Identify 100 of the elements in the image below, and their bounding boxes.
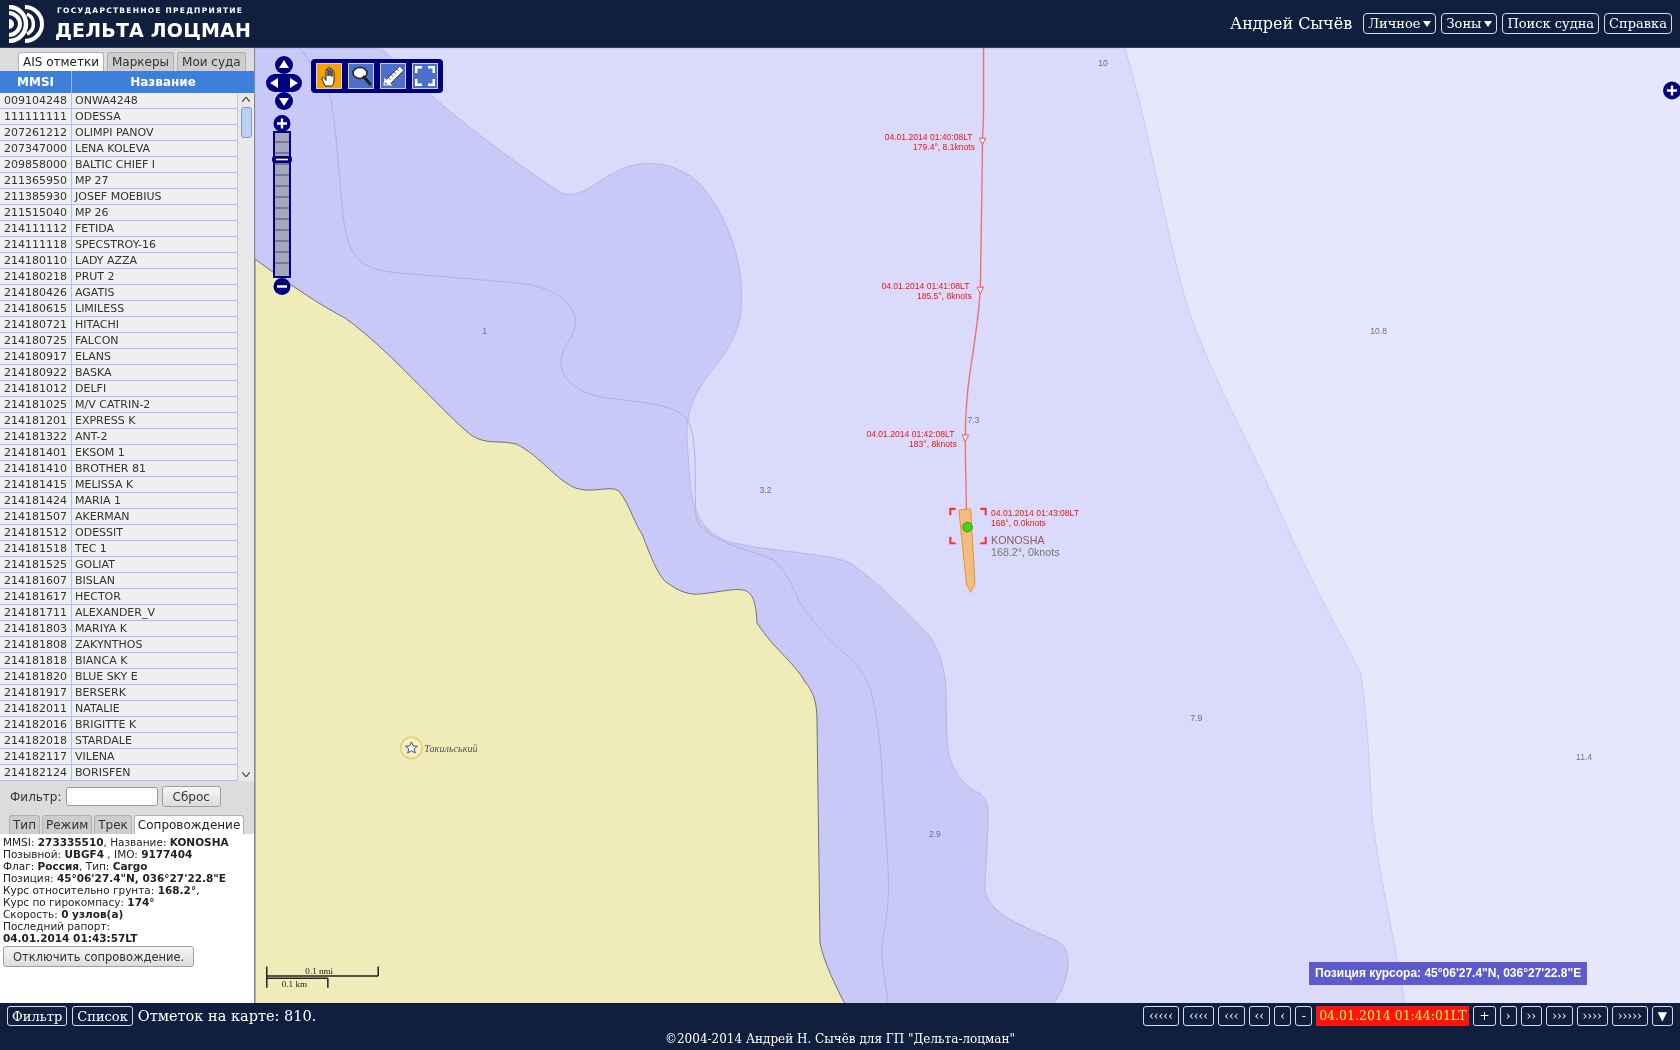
vessel-row[interactable]: 214181711 ALEXANDER_V bbox=[0, 605, 237, 621]
time-step-button[interactable]: ‹‹‹‹‹ bbox=[1142, 1006, 1179, 1026]
vessel-row[interactable]: 209858000 BALTIC CHIEF I bbox=[0, 157, 237, 173]
mmsi-cell: 214181025 bbox=[0, 397, 72, 412]
vessel-row[interactable]: 214181525 GOLIAT bbox=[0, 557, 237, 573]
stop-tracking-button[interactable]: Отключить сопровождение. bbox=[3, 946, 195, 967]
vessel-row[interactable]: 214181415 MELISSA K bbox=[0, 477, 237, 493]
filter-field[interactable] bbox=[65, 787, 158, 806]
vessel-info-line: Курс относительно грунта: 168.2°, bbox=[3, 884, 200, 896]
vessel-row[interactable]: 214180922 BASKA bbox=[0, 365, 237, 381]
time-step-button[interactable]: ‹‹‹ bbox=[1218, 1006, 1245, 1026]
full-extent-button[interactable] bbox=[412, 63, 438, 89]
plus-icon[interactable] bbox=[1662, 81, 1680, 100]
vessel-row[interactable]: 211515040 MP 26 bbox=[0, 205, 237, 221]
vessel-row[interactable]: 214181424 MARIA 1 bbox=[0, 493, 237, 509]
vessel-row[interactable]: 214181607 BISLAN bbox=[0, 573, 237, 589]
mmsi-cell: 214111112 bbox=[0, 221, 72, 236]
column-header[interactable]: Название bbox=[72, 71, 254, 93]
dropdown-menu-button[interactable]: Личное bbox=[1363, 13, 1437, 34]
zoom-box-tool-button[interactable] bbox=[348, 63, 374, 89]
vessel-row[interactable]: 214182016 BRIGITTE K bbox=[0, 717, 237, 733]
vessel-row[interactable]: 214180110 LADY AZZA bbox=[0, 253, 237, 269]
vessel-row[interactable]: 214181025 M/V CATRIN-2 bbox=[0, 397, 237, 413]
pan-tool-button[interactable] bbox=[316, 63, 342, 89]
column-header[interactable]: MMSI bbox=[0, 71, 72, 93]
track-point-label: 04.01.2014 01:42:08LT 183°, 8knots bbox=[866, 429, 957, 449]
time-step-button[interactable]: ›››› bbox=[1576, 1006, 1608, 1026]
vessel-row[interactable]: 214181512 ODESSIT bbox=[0, 525, 237, 541]
scroll-down-icon[interactable] bbox=[242, 772, 250, 777]
measure-tool-button[interactable] bbox=[380, 63, 406, 89]
time-step-button[interactable]: ›› bbox=[1520, 1006, 1543, 1026]
scrollbar-track[interactable] bbox=[237, 93, 254, 781]
zoom-out-button[interactable] bbox=[273, 278, 291, 295]
info-tab[interactable]: Режим bbox=[42, 815, 93, 834]
vessel-row[interactable]: 009104248 ONWA4248 bbox=[0, 93, 237, 109]
status-bar-button[interactable]: Список bbox=[72, 1006, 133, 1026]
vessel-row[interactable]: 214182018 STARDALE bbox=[0, 733, 237, 749]
panel-tab[interactable]: Маркеры bbox=[107, 52, 175, 71]
time-step-button[interactable]: ‹ bbox=[1274, 1006, 1292, 1026]
time-step-button[interactable]: ▼ bbox=[1651, 1006, 1673, 1026]
vessel-row[interactable]: 214180721 HITACHI bbox=[0, 317, 237, 333]
status-bar-button[interactable]: Фильтр bbox=[7, 1006, 68, 1026]
vessel-row[interactable]: 214180917 ELANS bbox=[0, 349, 237, 365]
header-button[interactable]: Поиск судна bbox=[1502, 13, 1600, 34]
pan-up-icon[interactable] bbox=[279, 60, 289, 68]
vessel-row[interactable]: 214181917 BERSERK bbox=[0, 685, 237, 701]
reset-button[interactable]: Сброс bbox=[161, 786, 221, 807]
time-step-button[interactable]: ‹‹ bbox=[1248, 1006, 1271, 1026]
vessel-row[interactable]: 211365950 MP 27 bbox=[0, 173, 237, 189]
vessel-row[interactable]: 214181201 EXPRESS K bbox=[0, 413, 237, 429]
time-step-button[interactable]: › bbox=[1499, 1006, 1517, 1026]
vessel-row[interactable]: 214181803 MARIYA K bbox=[0, 621, 237, 637]
vessel-row[interactable]: 214181012 DELFI bbox=[0, 381, 237, 397]
time-step-button[interactable]: ‹‹‹‹ bbox=[1182, 1006, 1215, 1026]
pan-right-icon[interactable] bbox=[290, 78, 298, 88]
info-tab[interactable]: Сопровождение bbox=[133, 815, 245, 834]
vessel-row[interactable]: 214181507 AKERMAN bbox=[0, 509, 237, 525]
vessel-row[interactable]: 214182117 VILENA bbox=[0, 749, 237, 765]
vessel-row[interactable]: 214181820 BLUE SKY E bbox=[0, 669, 237, 685]
triangle-marker-icon bbox=[961, 434, 970, 442]
vessel-row[interactable]: 214181401 EKSOM 1 bbox=[0, 445, 237, 461]
info-tab[interactable]: Трек bbox=[94, 815, 132, 834]
vessel-row[interactable]: 214181808 ZAKYNTHOS bbox=[0, 637, 237, 653]
depth-label: 7.9 bbox=[1190, 713, 1203, 724]
zoom-in-button[interactable] bbox=[273, 115, 291, 132]
vessel-row[interactable]: 111111111 ODESSA bbox=[0, 109, 237, 125]
zoom-slider-thumb[interactable] bbox=[272, 156, 292, 163]
vessel-row[interactable]: 214180725 FALCON bbox=[0, 333, 237, 349]
time-step-button[interactable]: - bbox=[1295, 1006, 1313, 1026]
vessel-row[interactable]: 214181322 ANT-2 bbox=[0, 429, 237, 445]
vessel-row[interactable]: 214182124 BORISFEN bbox=[0, 765, 237, 781]
vessel-row[interactable]: 207261212 OLIMPI PANOV bbox=[0, 125, 237, 141]
vessel-row[interactable]: 214180615 LIMILESS bbox=[0, 301, 237, 317]
vessel-row[interactable]: 214181410 BROTHER 81 bbox=[0, 461, 237, 477]
vessel-row[interactable]: 207347000 LENA KOLEVA bbox=[0, 141, 237, 157]
cursor-position-label: Позиция курсора: 45°06'27.4"N, 036°27'22.8"E bbox=[1309, 962, 1588, 985]
depth-label: 10.8 bbox=[1370, 326, 1387, 337]
vessel-row[interactable]: 214111112 FETIDA bbox=[0, 221, 237, 237]
vessel-row[interactable]: 214181617 HECTOR bbox=[0, 589, 237, 605]
time-step-button[interactable]: + bbox=[1473, 1006, 1496, 1026]
vessel-row[interactable]: 214180426 AGATIS bbox=[0, 285, 237, 301]
time-step-button[interactable]: ››› bbox=[1546, 1006, 1573, 1026]
pan-down-icon[interactable] bbox=[279, 98, 289, 106]
vessel-row[interactable]: 214182011 NATALIE bbox=[0, 701, 237, 717]
pan-left-icon[interactable] bbox=[270, 78, 278, 88]
time-step-button[interactable]: ››››› bbox=[1611, 1006, 1648, 1026]
vessel-row[interactable]: 211385930 JOSEF MOEBIUS bbox=[0, 189, 237, 205]
info-tab[interactable]: Тип bbox=[9, 815, 40, 834]
vessel-name-cell-text: STARDALE bbox=[74, 733, 133, 748]
panel-tab[interactable]: AIS отметки bbox=[18, 52, 104, 71]
vessel-row[interactable]: 214181818 BIANCA K bbox=[0, 653, 237, 669]
header-button[interactable]: Справка bbox=[1604, 13, 1672, 34]
vessel-row[interactable]: 214181518 TEC 1 bbox=[0, 541, 237, 557]
scrollbar-thumb[interactable] bbox=[240, 107, 252, 138]
panel-tab[interactable]: Мои суда bbox=[177, 52, 246, 71]
vessel-row[interactable]: 214111118 SPECSTROY-16 bbox=[0, 237, 237, 253]
scroll-up-icon[interactable] bbox=[242, 97, 250, 102]
vessel-row[interactable]: 214180218 PRUT 2 bbox=[0, 269, 237, 285]
mmsi-cell: 214180721 bbox=[0, 317, 72, 332]
dropdown-menu-button[interactable]: Зоны bbox=[1441, 13, 1498, 34]
